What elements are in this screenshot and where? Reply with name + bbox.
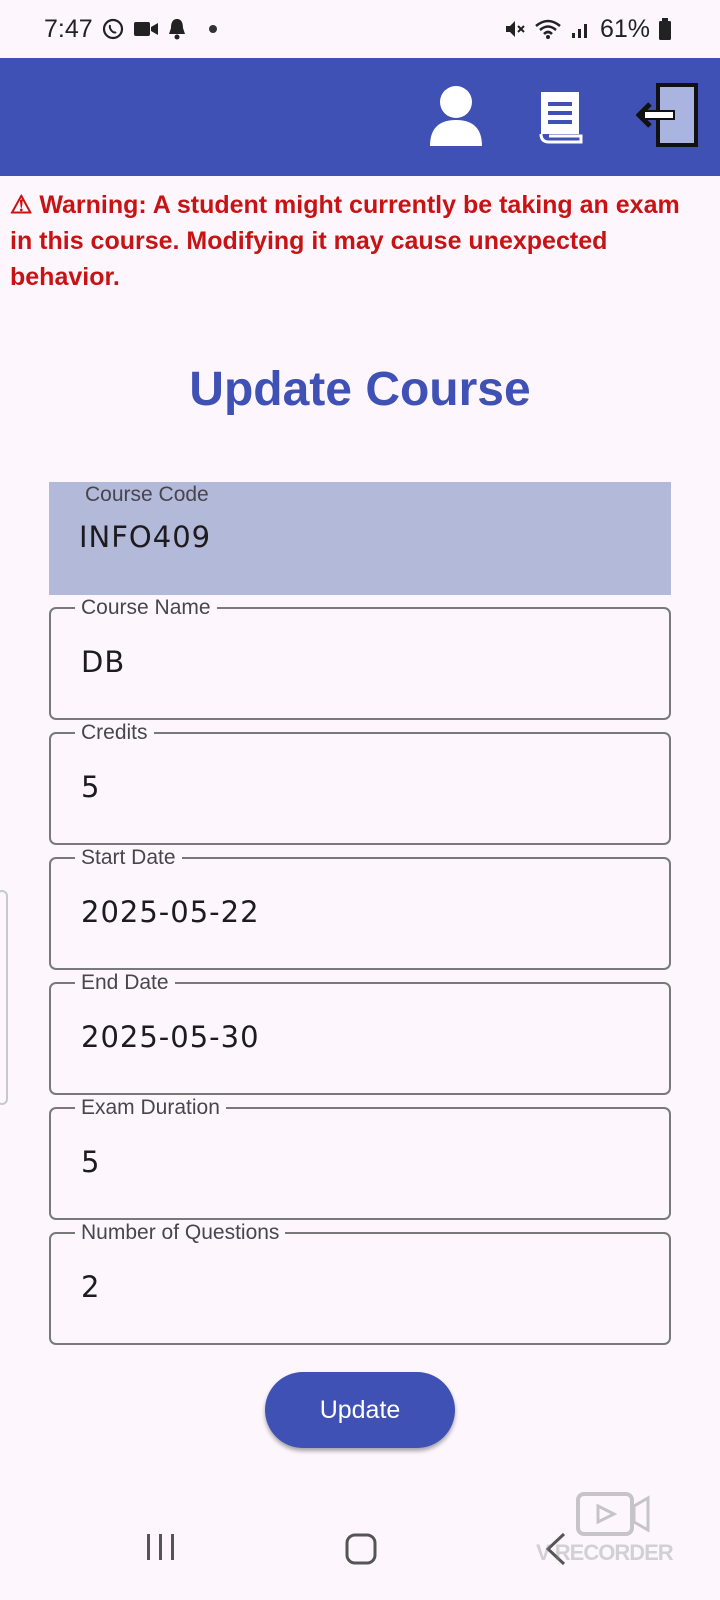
notification-dot-icon: [208, 25, 217, 33]
end-date-field[interactable]: End Date 2025-05-30: [49, 970, 671, 1095]
mute-icon: [504, 18, 526, 40]
exam-duration-field[interactable]: Exam Duration 5: [49, 1095, 671, 1220]
status-time: 7:47: [44, 14, 93, 43]
logout-icon[interactable]: [636, 82, 700, 148]
end-date-label: End Date: [75, 970, 175, 996]
start-date-field[interactable]: Start Date 2025-05-22: [49, 845, 671, 970]
status-left: 7:47: [44, 15, 217, 44]
signal-icon: [570, 18, 592, 40]
status-right: 61%: [504, 15, 672, 44]
credits-label: Credits: [75, 720, 154, 746]
start-date-value: 2025-05-22: [81, 895, 260, 929]
warning-message: ⚠ Warning: A student might currently be …: [10, 191, 680, 291]
page-title: Update Course: [189, 363, 531, 416]
battery-percent: 61%: [599, 14, 650, 43]
update-button[interactable]: Update: [265, 1372, 455, 1448]
book-icon[interactable]: [535, 88, 587, 144]
end-date-value: 2025-05-30: [81, 1020, 260, 1054]
video-icon: [133, 19, 159, 39]
credits-value: 5: [81, 770, 101, 804]
edge-panel-handle[interactable]: [0, 890, 8, 1105]
watermark-text: V RECORDER: [536, 1540, 674, 1565]
credits-field[interactable]: Credits 5: [49, 720, 671, 845]
course-name-value: DB: [81, 645, 126, 679]
exam-duration-value: 5: [81, 1145, 101, 1179]
recents-icon[interactable]: [145, 1532, 177, 1562]
course-code-label: Course Code: [85, 483, 209, 506]
course-name-label: Course Name: [75, 595, 217, 621]
exam-duration-label: Exam Duration: [75, 1095, 226, 1121]
home-icon[interactable]: [344, 1532, 378, 1566]
number-of-questions-label: Number of Questions: [75, 1220, 286, 1246]
profile-icon[interactable]: [426, 84, 486, 148]
course-code-field[interactable]: Course Code INFO409: [49, 482, 671, 595]
status-bar: 7:47 61%: [0, 0, 720, 58]
whatsapp-icon: [101, 17, 125, 41]
start-date-label: Start Date: [75, 845, 182, 871]
app-bar: [0, 58, 720, 176]
battery-icon: [658, 17, 672, 41]
recorder-logo-icon: [576, 1492, 650, 1536]
notification-bell-icon: [167, 17, 187, 41]
recorder-watermark: V RECORDER: [536, 1490, 696, 1570]
number-of-questions-value: 2: [81, 1270, 101, 1304]
wifi-icon: [534, 18, 562, 40]
course-code-value: INFO409: [79, 520, 212, 554]
number-of-questions-field[interactable]: Number of Questions 2: [49, 1220, 671, 1345]
course-name-field[interactable]: Course Name DB: [49, 595, 671, 720]
